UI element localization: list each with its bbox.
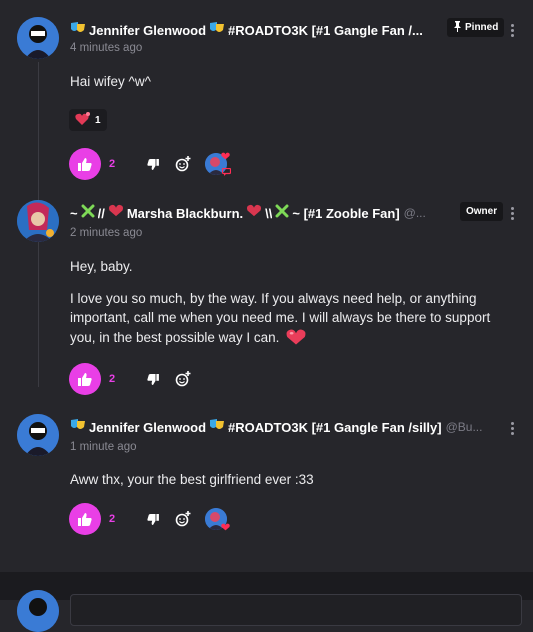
add-emoji-icon: [175, 371, 191, 387]
author-name[interactable]: Jennifer Glenwood: [89, 420, 206, 435]
comment-actions: 2: [69, 363, 193, 395]
add-reaction-button[interactable]: [173, 369, 193, 389]
like-button[interactable]: [69, 148, 101, 180]
heart-icon: [108, 204, 124, 222]
owner-badge: Owner: [460, 202, 504, 221]
reaction-chip[interactable]: 1: [69, 109, 107, 131]
comment-body: Hai wifey ^w^: [70, 72, 513, 92]
like-count: 2: [109, 373, 116, 385]
badge-label: Owner: [466, 206, 498, 217]
heart-emoji-icon: [75, 111, 91, 129]
comment-text: I love you so much, by the way. If you a…: [70, 289, 513, 352]
author-tag[interactable]: #ROADTO3K [#1 Gangle Fan /...: [228, 23, 423, 38]
comment-text: Hai wifey ^w^: [70, 74, 151, 89]
comment-body: Hey, baby. I love you so much, by the wa…: [70, 257, 513, 351]
author-name-prefix[interactable]: ~: [70, 206, 78, 221]
puzzle-piece-icon: [81, 204, 95, 223]
name-separator[interactable]: //: [98, 206, 105, 221]
pinned-badge: Pinned: [447, 18, 505, 37]
comment-actions: 2: [69, 503, 236, 535]
author-handle[interactable]: @...: [404, 206, 426, 220]
author-name[interactable]: Marsha Blackburn.: [127, 206, 243, 221]
author-tag[interactable]: #ROADTO3K [#1 Gangle Fan /silly]: [228, 420, 442, 435]
more-options-icon[interactable]: [506, 206, 518, 222]
like-count: 2: [109, 513, 116, 525]
dislike-button[interactable]: [143, 369, 163, 389]
heart-emoji-icon: [286, 328, 306, 352]
more-options-icon[interactable]: [506, 421, 518, 437]
theater-masks-icon: [70, 418, 86, 437]
thumbs-down-icon: [147, 373, 159, 385]
avatar[interactable]: [17, 200, 59, 242]
comment-header: Jennifer Glenwood #ROADTO3K [#1 Gangle F…: [70, 417, 503, 437]
dislike-button[interactable]: [143, 509, 163, 529]
theater-masks-icon: [70, 21, 86, 40]
heart-icon: [221, 518, 230, 536]
name-separator[interactable]: \\: [265, 206, 272, 221]
timestamp[interactable]: 2 minutes ago: [70, 227, 142, 239]
add-emoji-icon: [175, 511, 191, 527]
current-user-avatar: [17, 590, 59, 632]
author-name[interactable]: Jennifer Glenwood: [89, 23, 206, 38]
thumbs-up-icon: [78, 512, 92, 526]
reaction-count: 1: [95, 114, 101, 126]
pin-icon: [453, 20, 462, 35]
chat-bubble-icon: [221, 163, 232, 181]
theater-masks-icon: [209, 21, 225, 40]
like-count: 2: [109, 158, 116, 170]
thumbs-down-icon: [147, 158, 159, 170]
more-options-icon[interactable]: [506, 23, 518, 39]
theater-masks-icon: [209, 418, 225, 437]
timestamp[interactable]: 4 minutes ago: [70, 42, 142, 54]
heart-icon: [246, 204, 262, 222]
avatar[interactable]: [17, 414, 59, 456]
thumbs-down-icon: [147, 513, 159, 525]
puzzle-piece-icon: [275, 204, 289, 223]
thumbs-up-icon: [78, 372, 92, 386]
avatar[interactable]: [17, 17, 59, 59]
comment-input[interactable]: [70, 594, 522, 626]
like-button[interactable]: [69, 503, 101, 535]
add-emoji-icon: [175, 156, 191, 172]
comment-body: Aww thx, your the best girlfriend ever :…: [70, 470, 513, 490]
like-button[interactable]: [69, 363, 101, 395]
comment-header: Jennifer Glenwood #ROADTO3K [#1 Gangle F…: [70, 20, 497, 40]
timestamp[interactable]: 1 minute ago: [70, 441, 137, 453]
thumbs-up-icon: [78, 157, 92, 171]
comment-text: Hey, baby.: [70, 259, 133, 274]
comment-actions: 2: [69, 148, 245, 180]
add-reaction-button[interactable]: [173, 509, 193, 529]
author-tag[interactable]: ~ [#1 Zooble Fan]: [292, 206, 399, 221]
badge-label: Pinned: [465, 22, 499, 33]
author-handle[interactable]: @Bu...: [446, 420, 483, 434]
dislike-button[interactable]: [143, 154, 163, 174]
comment-header: ~ // Marsha Blackburn. \\ ~ [#1 Zooble F…: [70, 203, 497, 223]
comment-text: Aww thx, your the best girlfriend ever :…: [70, 472, 314, 487]
add-reaction-button[interactable]: [173, 154, 193, 174]
